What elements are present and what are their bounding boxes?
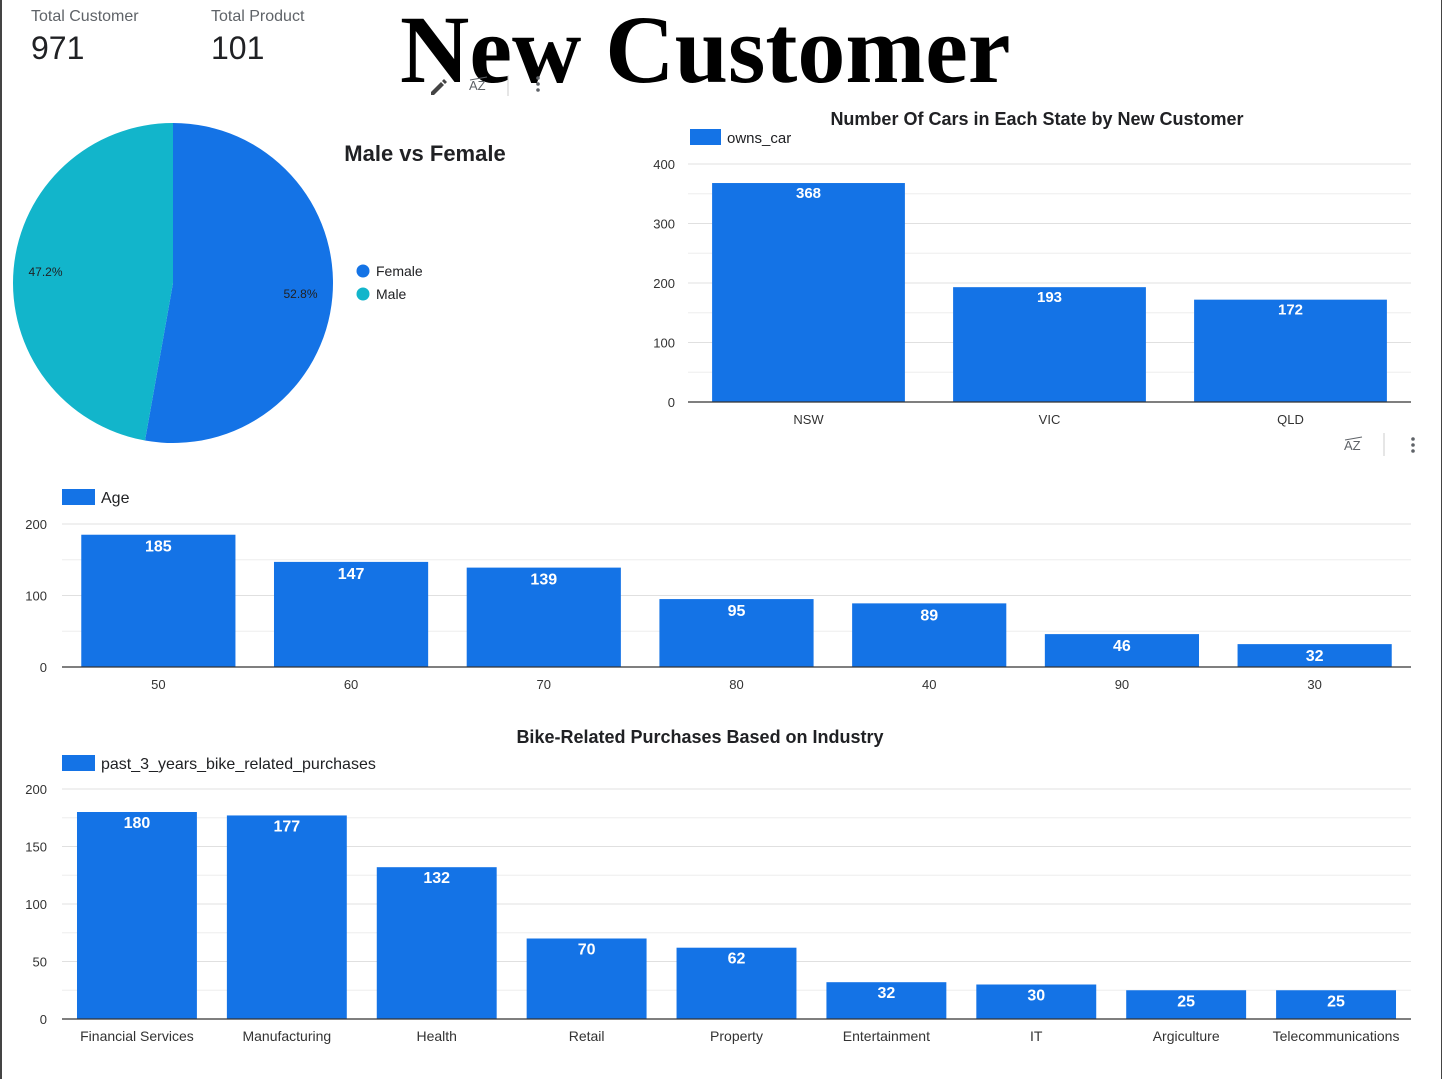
x-tick-label: 40 xyxy=(922,677,936,692)
y-tick-label: 50 xyxy=(33,955,47,970)
sort-az-icon[interactable]: AZ xyxy=(469,76,488,93)
x-tick-label: IT xyxy=(1030,1028,1043,1044)
legend-label: Age xyxy=(101,490,130,507)
chart-title: Bike-Related Purchases Based on Industry xyxy=(516,727,883,747)
y-tick-label: 0 xyxy=(40,660,47,675)
bar-health[interactable] xyxy=(376,867,497,1019)
y-tick-label: 150 xyxy=(25,840,47,855)
bar-value-label: 32 xyxy=(1306,648,1324,665)
bar-value-label: 46 xyxy=(1113,638,1131,655)
y-tick-label: 200 xyxy=(653,276,675,291)
x-tick-label: 60 xyxy=(344,677,358,692)
svg-text:AZ: AZ xyxy=(469,78,486,93)
x-tick-label: 30 xyxy=(1307,677,1321,692)
bar-value-label: 193 xyxy=(1037,289,1062,306)
dashboard-charts: AZ AZ 52.8% 47.2% Male vs Female Female Male… xyxy=(12,76,1415,1044)
y-tick-label: 200 xyxy=(25,782,47,797)
x-tick-label: Property xyxy=(710,1028,763,1044)
bar-chart-bike: 0 50 100 150 200 180 Financial Services 177 Manu… xyxy=(25,727,1411,1044)
bar-chart-age: 0 100 200 185 50 147 60 139 70 95 80 89 40 46 90 32 30 Ag… xyxy=(25,489,1411,692)
y-tick-label: 0 xyxy=(40,1012,47,1027)
bar-value-label: 132 xyxy=(423,870,450,887)
bar-value-label: 177 xyxy=(273,818,300,835)
legend-swatch xyxy=(690,129,721,145)
pie-slice-male[interactable] xyxy=(12,123,173,441)
bar-value-label: 95 xyxy=(728,603,746,620)
x-tick-label: 50 xyxy=(151,677,165,692)
x-tick-label: VIC xyxy=(1039,412,1061,427)
bar-value-label: 70 xyxy=(578,942,596,959)
legend-swatch xyxy=(356,264,370,278)
bar-value-label: 368 xyxy=(796,185,821,202)
x-tick-label: 70 xyxy=(537,677,551,692)
y-tick-label: 200 xyxy=(25,517,47,532)
legend-swatch xyxy=(356,287,370,301)
legend-label: Male xyxy=(376,286,407,302)
sort-az-icon[interactable]: AZ xyxy=(1344,436,1363,453)
pie-slice-label: 47.2% xyxy=(28,265,62,279)
x-tick-label: 80 xyxy=(729,677,743,692)
bar-value-label: 89 xyxy=(920,607,938,624)
pencil-icon[interactable] xyxy=(431,79,447,95)
bar-value-label: 25 xyxy=(1327,993,1345,1010)
bar-value-label: 147 xyxy=(338,566,365,583)
y-tick-label: 100 xyxy=(653,336,675,351)
bar-value-label: 30 xyxy=(1027,988,1045,1005)
y-tick-label: 300 xyxy=(653,217,675,232)
x-tick-label: 90 xyxy=(1115,677,1129,692)
x-tick-label: NSW xyxy=(793,412,824,427)
pie-slice-label: 52.8% xyxy=(283,287,317,301)
chart-title: Male vs Female xyxy=(344,141,505,166)
legend-swatch xyxy=(62,755,95,771)
bar-value-label: 139 xyxy=(530,572,557,589)
bar-value-label: 172 xyxy=(1278,302,1303,319)
legend-label: owns_car xyxy=(727,130,791,147)
x-tick-label: Health xyxy=(416,1028,456,1044)
bar-value-label: 180 xyxy=(124,815,151,832)
x-tick-label: Retail xyxy=(569,1028,605,1044)
y-tick-label: 0 xyxy=(668,395,675,410)
bar-financial-services[interactable] xyxy=(76,812,197,1019)
x-tick-label: Argiculture xyxy=(1153,1028,1220,1044)
y-tick-label: 400 xyxy=(653,157,675,172)
x-tick-label: Entertainment xyxy=(843,1028,930,1044)
x-tick-label: Telecommunications xyxy=(1273,1028,1400,1044)
x-tick-label: Financial Services xyxy=(80,1028,194,1044)
legend-label: past_3_years_bike_related_purchases xyxy=(101,756,376,773)
legend-swatch xyxy=(62,489,95,505)
x-tick-label: QLD xyxy=(1277,412,1304,427)
pie-chart-gender: 52.8% 47.2% Male vs Female Female Male xyxy=(12,123,506,443)
x-tick-label: Manufacturing xyxy=(242,1028,331,1044)
more-vert-icon[interactable] xyxy=(536,76,540,92)
y-tick-label: 100 xyxy=(25,897,47,912)
bar-manufacturing[interactable] xyxy=(226,815,347,1019)
pie-slice-female[interactable] xyxy=(144,123,333,443)
bar-chart-cars: 0 100 200 300 400 368 NSW 193 VIC 172 QLD owns_car N… xyxy=(653,109,1411,427)
more-vert-icon[interactable] xyxy=(1411,437,1415,453)
bar-nsw[interactable] xyxy=(712,183,905,402)
legend-label: Female xyxy=(376,263,423,279)
chart-title: Number Of Cars in Each State by New Cust… xyxy=(830,109,1243,129)
bar-value-label: 25 xyxy=(1177,993,1195,1010)
bar-value-label: 62 xyxy=(728,951,746,968)
svg-text:AZ: AZ xyxy=(1344,438,1361,453)
bar-value-label: 185 xyxy=(145,539,172,556)
y-tick-label: 100 xyxy=(25,589,47,604)
bar-value-label: 32 xyxy=(877,985,895,1002)
